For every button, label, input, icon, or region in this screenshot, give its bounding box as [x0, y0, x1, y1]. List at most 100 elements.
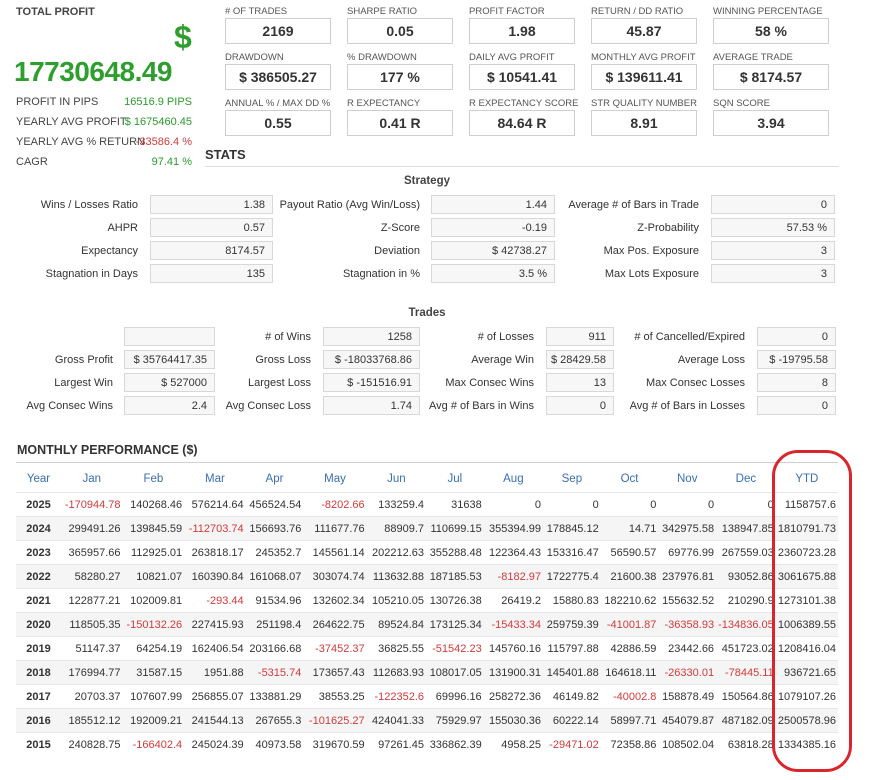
trades-value: 0	[546, 396, 614, 415]
metric-label: MONTHLY AVG PROFIT	[591, 52, 696, 63]
month-cell: -122352.6	[366, 684, 427, 709]
month-cell: 89524.84	[366, 612, 427, 637]
metric-value: 177 %	[347, 64, 453, 90]
month-cell: 303074.74	[303, 564, 367, 589]
column-header-year: Year	[26, 473, 51, 485]
month-cell: 342975.58	[658, 516, 717, 541]
table-row: 2017 20703.37 107607.99 256855.07 133881.29 3…	[16, 684, 838, 709]
metric-value: 0.05	[347, 18, 453, 44]
month-cell: -15433.34	[483, 612, 544, 637]
trades-label: Avg # of Bars in Losses	[629, 400, 745, 412]
month-cell: -134836.05	[716, 612, 776, 637]
trades-label: Max Consec Wins	[445, 377, 534, 389]
trades-value: $ 527000	[124, 373, 215, 392]
metric-value: $ 8174.57	[713, 64, 829, 90]
month-cell: 336862.39	[426, 732, 484, 756]
column-header-dec: Dec	[735, 473, 757, 485]
metric-value: 45.87	[591, 18, 697, 44]
month-cell: 259759.39	[543, 612, 601, 637]
metric-value: 3.94	[713, 110, 829, 136]
month-cell: 31587.15	[122, 660, 185, 685]
month-cell: 173657.43	[303, 660, 367, 685]
trades-value: 911	[546, 327, 614, 346]
metric-return-dd: RETURN / DD RATIO 45.87	[591, 6, 697, 44]
strategy-label: Stagnation in %	[342, 268, 420, 280]
stat-label: YEARLY AVG % RETURN	[16, 136, 145, 148]
metric-value: 0.55	[225, 110, 331, 136]
month-cell: 140268.46	[122, 492, 185, 517]
metric-label: DRAWDOWN	[225, 52, 284, 63]
table-header-row: Year Jan Feb Mar Apr May Jun Jul Aug Sep Oct Nov Dec…	[16, 466, 838, 493]
stat-value: -33586.4 %	[135, 136, 192, 148]
table-row: 2016 185512.12 192009.21 241544.13 267655.3-…	[16, 708, 838, 733]
month-cell: 115797.88	[543, 636, 601, 661]
metric-value: 1.98	[469, 18, 575, 44]
month-cell: 118505.35	[60, 612, 123, 637]
month-cell: 131900.31	[483, 660, 544, 685]
month-cell: 158878.49	[658, 684, 717, 709]
month-cell: 424041.33	[366, 708, 427, 733]
metric-label: SHARPE RATIO	[347, 6, 418, 17]
strategy-value: 1.44	[431, 195, 555, 214]
metric-drawdown: DRAWDOWN $ 386505.27	[225, 52, 331, 90]
metric-monthly-avg: MONTHLY AVG PROFIT $ 139611.41	[591, 52, 697, 90]
month-cell: 108017.05	[426, 660, 484, 685]
month-cell: -101625.27	[303, 708, 367, 733]
strategy-value: 135	[150, 264, 273, 283]
metric-label: DAILY AVG PROFIT	[469, 52, 555, 63]
year-cell: 2018	[16, 660, 61, 685]
month-cell: 110699.15	[426, 516, 484, 541]
table-row: 2022 58280.27 10821.07 160390.84 161068.07 30…	[16, 564, 838, 589]
column-header-feb: Feb	[143, 473, 164, 485]
trades-value: 13	[546, 373, 614, 392]
strategy-label: AHPR	[107, 222, 138, 234]
month-cell: 203166.68	[245, 636, 304, 661]
month-cell: 319670.59	[303, 732, 367, 756]
table-row: 2020 118505.35 -150132.26 227415.93 251198.4…	[16, 612, 838, 637]
trades-value: 2.4	[124, 396, 215, 415]
trades-value: 1.74	[323, 396, 420, 415]
yearly-avg-return-row: YEARLY AVG % RETURN -33586.4 %	[16, 136, 192, 154]
month-cell: 88909.7	[366, 516, 427, 541]
month-cell: 58280.27	[60, 564, 123, 589]
month-cell: 451723.02	[716, 636, 776, 661]
month-cell: 227415.93	[184, 612, 246, 637]
month-cell: 69996.16	[426, 684, 484, 709]
month-cell: 51147.37	[60, 636, 123, 661]
month-cell: 75929.97	[426, 708, 484, 733]
metric-label: SQN SCORE	[713, 98, 771, 109]
trades-label: Max Consec Losses	[645, 377, 745, 389]
trades-value: $ 35764417.35	[124, 350, 215, 369]
ytd-cell: 1006389.55	[775, 612, 838, 637]
column-header-aug: Aug	[503, 473, 524, 485]
month-cell: 237976.81	[658, 564, 717, 589]
trades-label: Largest Loss	[248, 377, 311, 389]
month-cell: 97261.45	[366, 732, 427, 756]
month-cell: 60222.14	[543, 708, 601, 733]
month-cell: 56590.57	[600, 540, 659, 565]
metric-value: $ 139611.41	[591, 64, 697, 90]
strategy-label: Expectancy	[81, 245, 138, 257]
month-cell: 132602.34	[303, 588, 367, 613]
month-cell: 46149.82	[543, 684, 601, 709]
monthly-performance-title: MONTHLY PERFORMANCE ($)	[17, 443, 198, 457]
metric-label: AVERAGE TRADE	[713, 52, 793, 63]
month-cell: -293.44	[184, 588, 246, 613]
strategy-label: Max Pos. Exposure	[603, 245, 699, 257]
trades-value: 1258	[323, 327, 420, 346]
metric-label: % DRAWDOWN	[347, 52, 417, 63]
month-cell: 155632.52	[658, 588, 717, 613]
metric-label: ANNUAL % / MAX DD %	[225, 98, 331, 109]
total-profit-label: TOTAL PROFIT	[16, 6, 95, 18]
month-cell: -29471.02	[543, 732, 601, 756]
year-cell: 2020	[16, 612, 61, 637]
month-cell: -37452.37	[303, 636, 367, 661]
month-cell: 0	[483, 492, 544, 517]
month-cell: 23442.66	[658, 636, 717, 661]
strategy-value: 8174.57	[150, 241, 273, 260]
metric-label: R EXPECTANCY	[347, 98, 421, 109]
month-cell: -51542.23	[426, 636, 484, 661]
total-profit-value: 17730648.49	[14, 56, 173, 87]
year-cell: 2023	[16, 540, 61, 565]
month-cell: 192009.21	[122, 708, 185, 733]
